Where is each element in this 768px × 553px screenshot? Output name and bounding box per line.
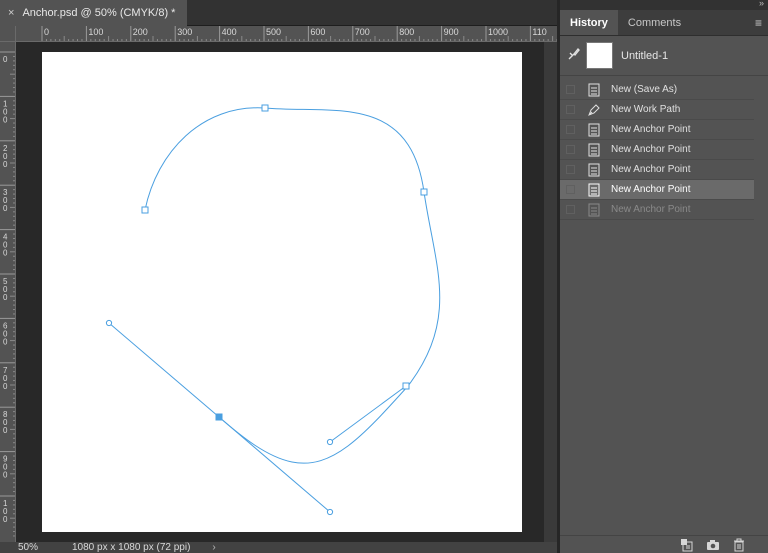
anchor-point[interactable] bbox=[261, 104, 269, 112]
anchor-point[interactable] bbox=[141, 206, 149, 214]
ruler-label: 0 bbox=[3, 426, 8, 435]
ruler-label: 700 bbox=[355, 27, 370, 37]
canvas[interactable] bbox=[42, 52, 522, 532]
snapshot-label: Untitled-1 bbox=[621, 49, 669, 62]
document-icon bbox=[587, 163, 601, 177]
history-panel: » History Comments ≡ Untitled-1 New (Sav… bbox=[560, 0, 768, 553]
history-state[interactable]: New Anchor Point bbox=[560, 160, 754, 180]
document-tab-bar: × Anchor.psd @ 50% (CMYK/8) * bbox=[0, 0, 557, 26]
history-brush-source-box[interactable] bbox=[566, 205, 575, 214]
ruler-label: 0 bbox=[3, 471, 8, 480]
document-icon bbox=[587, 143, 601, 157]
history-snapshot[interactable]: Untitled-1 bbox=[560, 36, 768, 76]
horizontal-ruler-ticks: 0 100 200 300 400 500 600 700 800 900 1000 110 bbox=[41, 26, 557, 41]
horizontal-ruler[interactable]: 0 100 200 300 400 500 600 700 800 900 1000 110 bbox=[16, 26, 557, 42]
document-tab[interactable]: × Anchor.psd @ 50% (CMYK/8) * bbox=[0, 0, 188, 26]
status-bar: 50% 1080 px x 1080 px (72 ppi) › bbox=[0, 542, 557, 553]
collapse-panels-icon[interactable]: » bbox=[759, 0, 764, 8]
pasteboard[interactable] bbox=[16, 42, 544, 542]
history-brush-source-box[interactable] bbox=[566, 105, 575, 114]
ruler-label: 0 bbox=[3, 115, 8, 124]
ruler-label: 0 bbox=[3, 160, 8, 169]
direction-handle[interactable] bbox=[326, 508, 334, 516]
vertical-scrollbar[interactable] bbox=[544, 42, 557, 542]
work-path-overlay bbox=[105, 104, 441, 516]
history-state-label: New Anchor Point bbox=[611, 144, 691, 155]
snapshot-thumbnail bbox=[586, 42, 613, 69]
history-brush-source-box[interactable] bbox=[566, 185, 575, 194]
ruler-label: 0 bbox=[3, 293, 8, 302]
ruler-label: 0 bbox=[3, 204, 8, 213]
ruler-label: 0 bbox=[44, 27, 49, 37]
ruler-label: 0 bbox=[3, 337, 8, 346]
ruler-label: 200 bbox=[133, 27, 148, 37]
selected-anchor-point[interactable] bbox=[215, 413, 223, 421]
history-state-label: New Anchor Point bbox=[611, 124, 691, 135]
direction-line bbox=[218, 416, 331, 513]
trash-icon[interactable] bbox=[732, 538, 746, 552]
work-path-curve[interactable] bbox=[144, 107, 441, 464]
history-state-selected[interactable]: New Anchor Point bbox=[560, 180, 754, 200]
document-window: × Anchor.psd @ 50% (CMYK/8) * 0 100 200 300… bbox=[0, 0, 557, 553]
ruler-label: 0 bbox=[3, 382, 8, 391]
history-state[interactable]: New Anchor Point bbox=[560, 140, 754, 160]
ruler-label: 1000 bbox=[488, 27, 508, 37]
history-state-label: New Anchor Point bbox=[611, 184, 691, 195]
vertical-ruler-ticks: 0100200300400500600700800900100 bbox=[0, 51, 15, 537]
pen-icon bbox=[587, 103, 601, 117]
document-icon bbox=[587, 183, 601, 197]
history-brush-source-box[interactable] bbox=[566, 85, 575, 94]
camera-icon[interactable] bbox=[706, 538, 720, 552]
history-state-undone[interactable]: New Anchor Point bbox=[560, 200, 754, 220]
ruler-label: 110 bbox=[532, 27, 546, 37]
history-brush-icon[interactable] bbox=[564, 47, 584, 64]
history-brush-source-box[interactable] bbox=[566, 165, 575, 174]
document-size: 1080 px x 1080 px (72 ppi) bbox=[72, 542, 191, 553]
zoom-level[interactable]: 50% bbox=[0, 542, 44, 553]
direction-handle[interactable] bbox=[105, 319, 113, 327]
ruler-label: 0 bbox=[3, 55, 8, 64]
panel-menu-icon[interactable]: ≡ bbox=[755, 16, 762, 30]
direction-handle[interactable] bbox=[326, 438, 334, 446]
history-state-label: New (Save As) bbox=[611, 84, 678, 95]
close-tab-icon[interactable]: × bbox=[8, 7, 14, 19]
history-state[interactable]: New (Save As) bbox=[560, 80, 754, 100]
anchor-point[interactable] bbox=[402, 382, 410, 390]
tab-comments[interactable]: Comments bbox=[618, 10, 691, 35]
ruler-label: 0 bbox=[3, 515, 8, 524]
history-state[interactable]: New Anchor Point bbox=[560, 120, 754, 140]
panel-header-strip: » bbox=[560, 0, 768, 10]
ruler-label: 500 bbox=[266, 27, 281, 37]
panel-tabs: History Comments ≡ bbox=[560, 10, 768, 36]
history-brush-source-box[interactable] bbox=[566, 125, 575, 134]
ruler-label: 400 bbox=[222, 27, 237, 37]
document-icon bbox=[587, 83, 601, 97]
history-state-label: New Work Path bbox=[611, 104, 681, 115]
history-state[interactable]: New Work Path bbox=[560, 100, 754, 120]
history-states-list: New (Save As) New Work Path New Anchor P… bbox=[560, 80, 768, 220]
ruler-label: 300 bbox=[177, 27, 192, 37]
ruler-corner[interactable] bbox=[0, 26, 16, 42]
ruler-label: 600 bbox=[310, 27, 325, 37]
ruler-label: 900 bbox=[444, 27, 459, 37]
history-panel-footer bbox=[560, 535, 768, 553]
history-state-label: New Anchor Point bbox=[611, 204, 691, 215]
direction-line bbox=[329, 385, 407, 443]
ruler-label: 0 bbox=[3, 249, 8, 258]
anchor-point[interactable] bbox=[420, 188, 428, 196]
document-icon bbox=[587, 123, 601, 137]
new-document-from-state-icon[interactable] bbox=[680, 538, 694, 552]
ruler-label: 800 bbox=[399, 27, 414, 37]
status-menu-arrow[interactable]: › bbox=[212, 542, 215, 553]
ruler-label: 100 bbox=[88, 27, 103, 37]
vertical-ruler[interactable]: 0100200300400500600700800900100 bbox=[0, 42, 16, 542]
document-icon bbox=[587, 203, 601, 217]
history-brush-source-box[interactable] bbox=[566, 145, 575, 154]
tab-history[interactable]: History bbox=[560, 10, 618, 35]
direction-line bbox=[108, 322, 220, 418]
document-tab-title: Anchor.psd @ 50% (CMYK/8) * bbox=[22, 7, 176, 19]
history-state-label: New Anchor Point bbox=[611, 164, 691, 175]
